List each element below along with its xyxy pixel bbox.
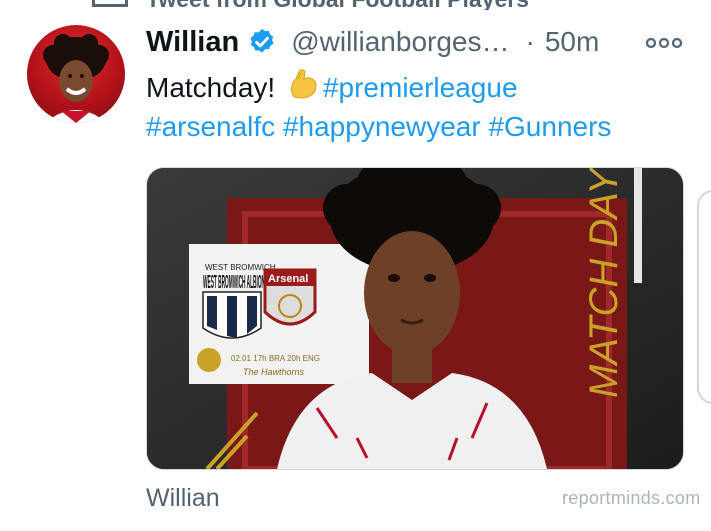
avatar-portrait-icon — [43, 34, 109, 123]
watermark: reportminds.com — [562, 488, 701, 508]
media-author-label: Willian — [146, 484, 220, 512]
separator: · — [525, 26, 535, 57]
home-team-name: WEST BROMWICH ALBION — [203, 272, 265, 292]
match-venue: The Hawthorns — [243, 367, 305, 377]
context-text: Tweet from Global Football Players — [146, 0, 529, 10]
away-team-name: Arsenal — [268, 273, 308, 285]
author-handle[interactable]: @willianborges… — [291, 26, 509, 58]
retweet-icon — [92, 0, 128, 7]
adjacent-card-edge — [697, 190, 711, 404]
retweet-context: Tweet from Global Football Players — [92, 0, 692, 10]
hashtag-premierleague[interactable]: #premierleague — [323, 72, 518, 103]
avatar[interactable] — [27, 25, 125, 123]
tweet-text-plain: Matchday! — [146, 72, 276, 103]
hashtag-gunners[interactable]: #Gunners — [488, 111, 611, 142]
tweet-header: Willian @willianborges… · 50m — [146, 22, 686, 62]
author-name[interactable]: Willian — [146, 26, 239, 59]
more-options-icon[interactable] — [646, 36, 682, 50]
verified-badge-icon — [250, 28, 274, 53]
matchday-graphic: WEST BROMWICH WEST BROMWICH ALBION Arsen… — [147, 168, 683, 469]
tweet-media-image[interactable]: WEST BROMWICH WEST BROMWICH ALBION Arsen… — [146, 167, 684, 470]
match-datetime: 02.01 17h BRA 20h ENG — [231, 354, 320, 363]
hashtag-arsenalfc[interactable]: #arsenalfc — [146, 111, 275, 142]
tweet-timestamp[interactable]: 50m — [545, 26, 599, 58]
hashtag-happynewyear[interactable]: #happynewyear — [283, 111, 481, 142]
match-day-script: MATCH DAY — [582, 168, 626, 398]
flexed-biceps-emoji — [291, 69, 317, 99]
tweet-text: Matchday! #premierleague #arsenalfc #hap… — [146, 67, 691, 146]
